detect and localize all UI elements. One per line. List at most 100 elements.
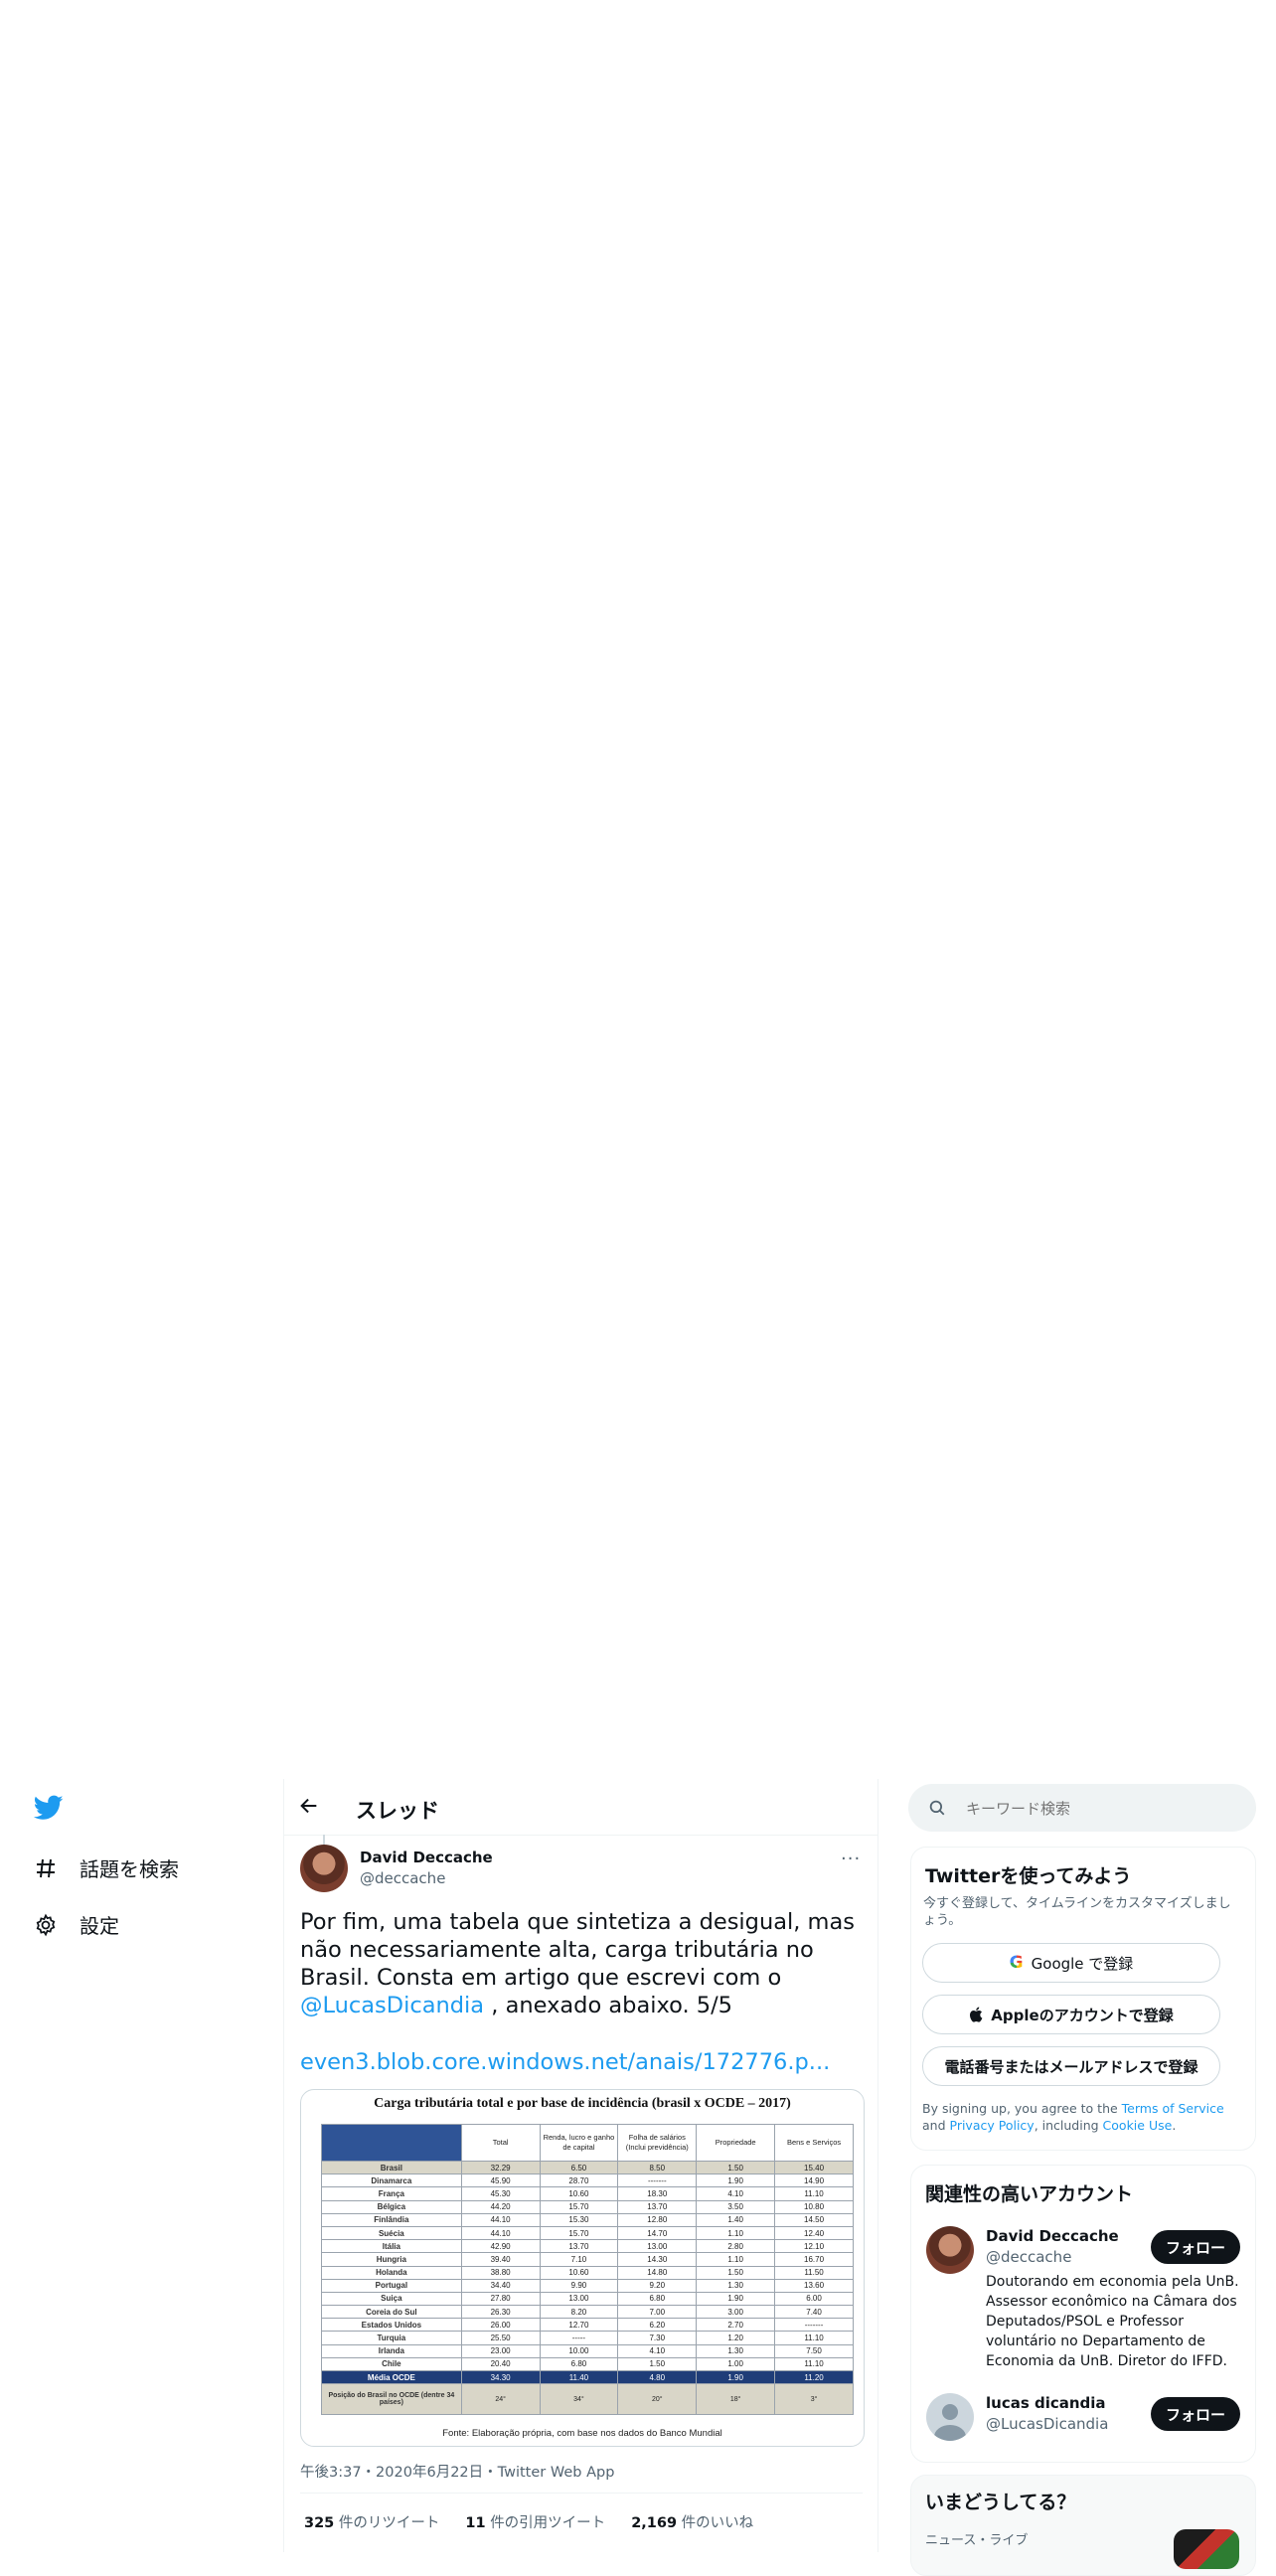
tweet-stats: 325 件のリツイート 11 件の引用ツイート 2,169 件のいいね <box>304 2511 753 2532</box>
sidebar-item-settings[interactable]: 設定 <box>34 1910 119 1939</box>
table-cell: 4.10 <box>617 2343 698 2358</box>
search-input[interactable] <box>964 1796 1236 1822</box>
google-signup-label: Google で登録 <box>1031 1954 1134 1973</box>
avatar[interactable] <box>926 2226 974 2274</box>
search-icon <box>929 1800 945 1816</box>
trend-category: ニュース・ライブ <box>925 2533 1029 2548</box>
quotes-stat[interactable]: 11 件の引用ツイート <box>465 2511 605 2532</box>
privacy-link[interactable]: Privacy Policy <box>950 2118 1035 2133</box>
table-cell: 44.10 <box>460 2225 541 2241</box>
table-cell: 11.50 <box>774 2265 854 2280</box>
retweets-stat[interactable]: 325 件のリツイート <box>304 2511 439 2532</box>
signup-subtitle: 今すぐ登録して、タイムラインをカスタマイズしましょう。 <box>923 1896 1231 1928</box>
table-cell: 18° <box>696 2383 776 2416</box>
likes-stat[interactable]: 2,169 件のいいね <box>631 2511 753 2532</box>
account-name[interactable]: David Deccache <box>986 2227 1119 2245</box>
tweet-text-part: , anexado abaixo. 5/5 <box>491 1993 732 2018</box>
mention-link[interactable]: @LucasDicandia <box>300 1993 484 2018</box>
trend-thumbnail[interactable] <box>1174 2529 1239 2569</box>
sidebar-item-explore[interactable]: 話題を検索 <box>34 1853 179 1882</box>
table-cell: 14.50 <box>774 2212 854 2227</box>
stat-label: 件のリツイート <box>338 2515 440 2531</box>
table-cell: 1.30 <box>696 2278 776 2293</box>
author-name[interactable]: David Deccache <box>360 1849 493 1866</box>
stat-label: 件のいいね <box>681 2515 754 2531</box>
more-options-button[interactable]: ··· <box>841 1849 861 1869</box>
table-row: Turquia 25.50 ----- 7.30 1.20 11.10 <box>321 2331 854 2345</box>
table-header-cell: Folha de salários (Inclui previdência) <box>617 2124 698 2162</box>
cookie-link[interactable]: Cookie Use <box>1103 2118 1173 2133</box>
table-cell: 25.50 <box>460 2331 541 2345</box>
table-cell: 6.80 <box>539 2356 619 2372</box>
table-cell: 1.90 <box>696 2291 776 2307</box>
phone-signup-button[interactable]: 電話番号またはメールアドレスで登録 <box>922 2046 1220 2086</box>
relevant-title: 関連性の高いアカウント <box>925 2183 1134 2205</box>
table-row: Finlândia 44.10 15.30 12.80 1.40 14.50 <box>321 2212 854 2227</box>
account-handle[interactable]: @deccache <box>986 2248 1071 2266</box>
twitter-logo[interactable] <box>33 1795 64 1825</box>
table-cell: 2.80 <box>696 2239 776 2254</box>
account-bio: Doutorando em economia pela UnB. Assesso… <box>986 2274 1239 2369</box>
table-cell: 45.90 <box>460 2174 541 2188</box>
table-row-label: Posição do Brasil no OCDE (dentre 34 paí… <box>321 2383 462 2416</box>
gear-icon <box>36 1913 56 1936</box>
table-row-label: Bélgica <box>321 2199 462 2214</box>
table-row-label: Estados Unidos <box>321 2318 462 2333</box>
follow-button[interactable]: フォロー <box>1151 2230 1240 2264</box>
table-cell: 38.80 <box>460 2265 541 2280</box>
table-cell: 15.70 <box>539 2199 619 2214</box>
table-cell: 26.00 <box>460 2318 541 2333</box>
back-button[interactable] <box>298 1795 324 1821</box>
table-cell: 15.70 <box>539 2225 619 2241</box>
table-cell: 1.40 <box>696 2212 776 2227</box>
legal-text: and <box>922 2118 950 2133</box>
stat-count: 325 <box>304 2515 335 2531</box>
table-row-label: Chile <box>321 2356 462 2372</box>
sidebar-item-label: 話題を検索 <box>80 1857 179 1881</box>
table-cell: 12.40 <box>774 2225 854 2241</box>
table-row: Irlanda 23.00 10.00 4.10 1.30 7.50 <box>321 2343 854 2358</box>
table-cell: 34.30 <box>460 2369 541 2385</box>
table-cell: 34° <box>539 2383 619 2416</box>
table-row: França 45.30 10.60 18.30 4.10 11.10 <box>321 2186 854 2201</box>
table-cell: 6.80 <box>617 2291 698 2307</box>
tweet-image[interactable]: Carga tributária total e por base de inc… <box>300 2089 865 2447</box>
table-row-label: Irlanda <box>321 2343 462 2358</box>
arrow-left-icon <box>300 1798 317 1814</box>
follow-label: フォロー <box>1165 2238 1225 2257</box>
tweet-timestamp[interactable]: 午後3:37・2020年6月22日・Twitter Web App <box>300 2461 614 2482</box>
avatar-default[interactable] <box>926 2393 974 2441</box>
table-cell: 6.00 <box>774 2291 854 2307</box>
author-handle[interactable]: @deccache <box>360 1869 445 1887</box>
table-cell: 13.00 <box>539 2291 619 2307</box>
table-cell: 12.70 <box>539 2318 619 2333</box>
legal-text: . <box>1172 2118 1177 2133</box>
search-box[interactable] <box>908 1784 1256 1832</box>
table-row-label: Holanda <box>321 2265 462 2280</box>
table-cell: ------- <box>617 2174 698 2188</box>
table-cell: 3° <box>774 2383 854 2416</box>
table-cell: 6.50 <box>539 2160 619 2175</box>
table-cell: 11.10 <box>774 2331 854 2345</box>
table-cell: 44.10 <box>460 2212 541 2227</box>
account-handle[interactable]: @LucasDicandia <box>986 2415 1108 2433</box>
table-row: Chile 20.40 6.80 1.50 1.00 11.10 <box>321 2356 854 2372</box>
table-cell: 8.50 <box>617 2160 698 2175</box>
google-signup-button[interactable]: G Google で登録 <box>922 1943 1220 1983</box>
signup-legal: By signing up, you agree to the Terms of… <box>922 2100 1240 2134</box>
table-cell: 20.40 <box>460 2356 541 2372</box>
table-cell: 10.60 <box>539 2186 619 2201</box>
apple-signup-button[interactable]: Appleのアカウントで登録 <box>922 1995 1220 2034</box>
tweet-url-link[interactable]: even3.blob.core.windows.net/anais/172776… <box>300 2049 830 2075</box>
terms-link[interactable]: Terms of Service <box>1122 2101 1224 2116</box>
thread-header: スレッド <box>284 1779 877 1836</box>
account-name[interactable]: lucas dicandia <box>986 2394 1106 2412</box>
table-cell: 1.30 <box>696 2343 776 2358</box>
avatar[interactable] <box>300 1845 348 1892</box>
table-cell: 9.90 <box>539 2278 619 2293</box>
table-cell: 11.20 <box>774 2369 854 2385</box>
follow-button[interactable]: フォロー <box>1151 2397 1240 2431</box>
default-user-icon <box>934 2404 966 2441</box>
apple-icon <box>970 2007 983 2022</box>
table-row-label: Itália <box>321 2239 462 2254</box>
